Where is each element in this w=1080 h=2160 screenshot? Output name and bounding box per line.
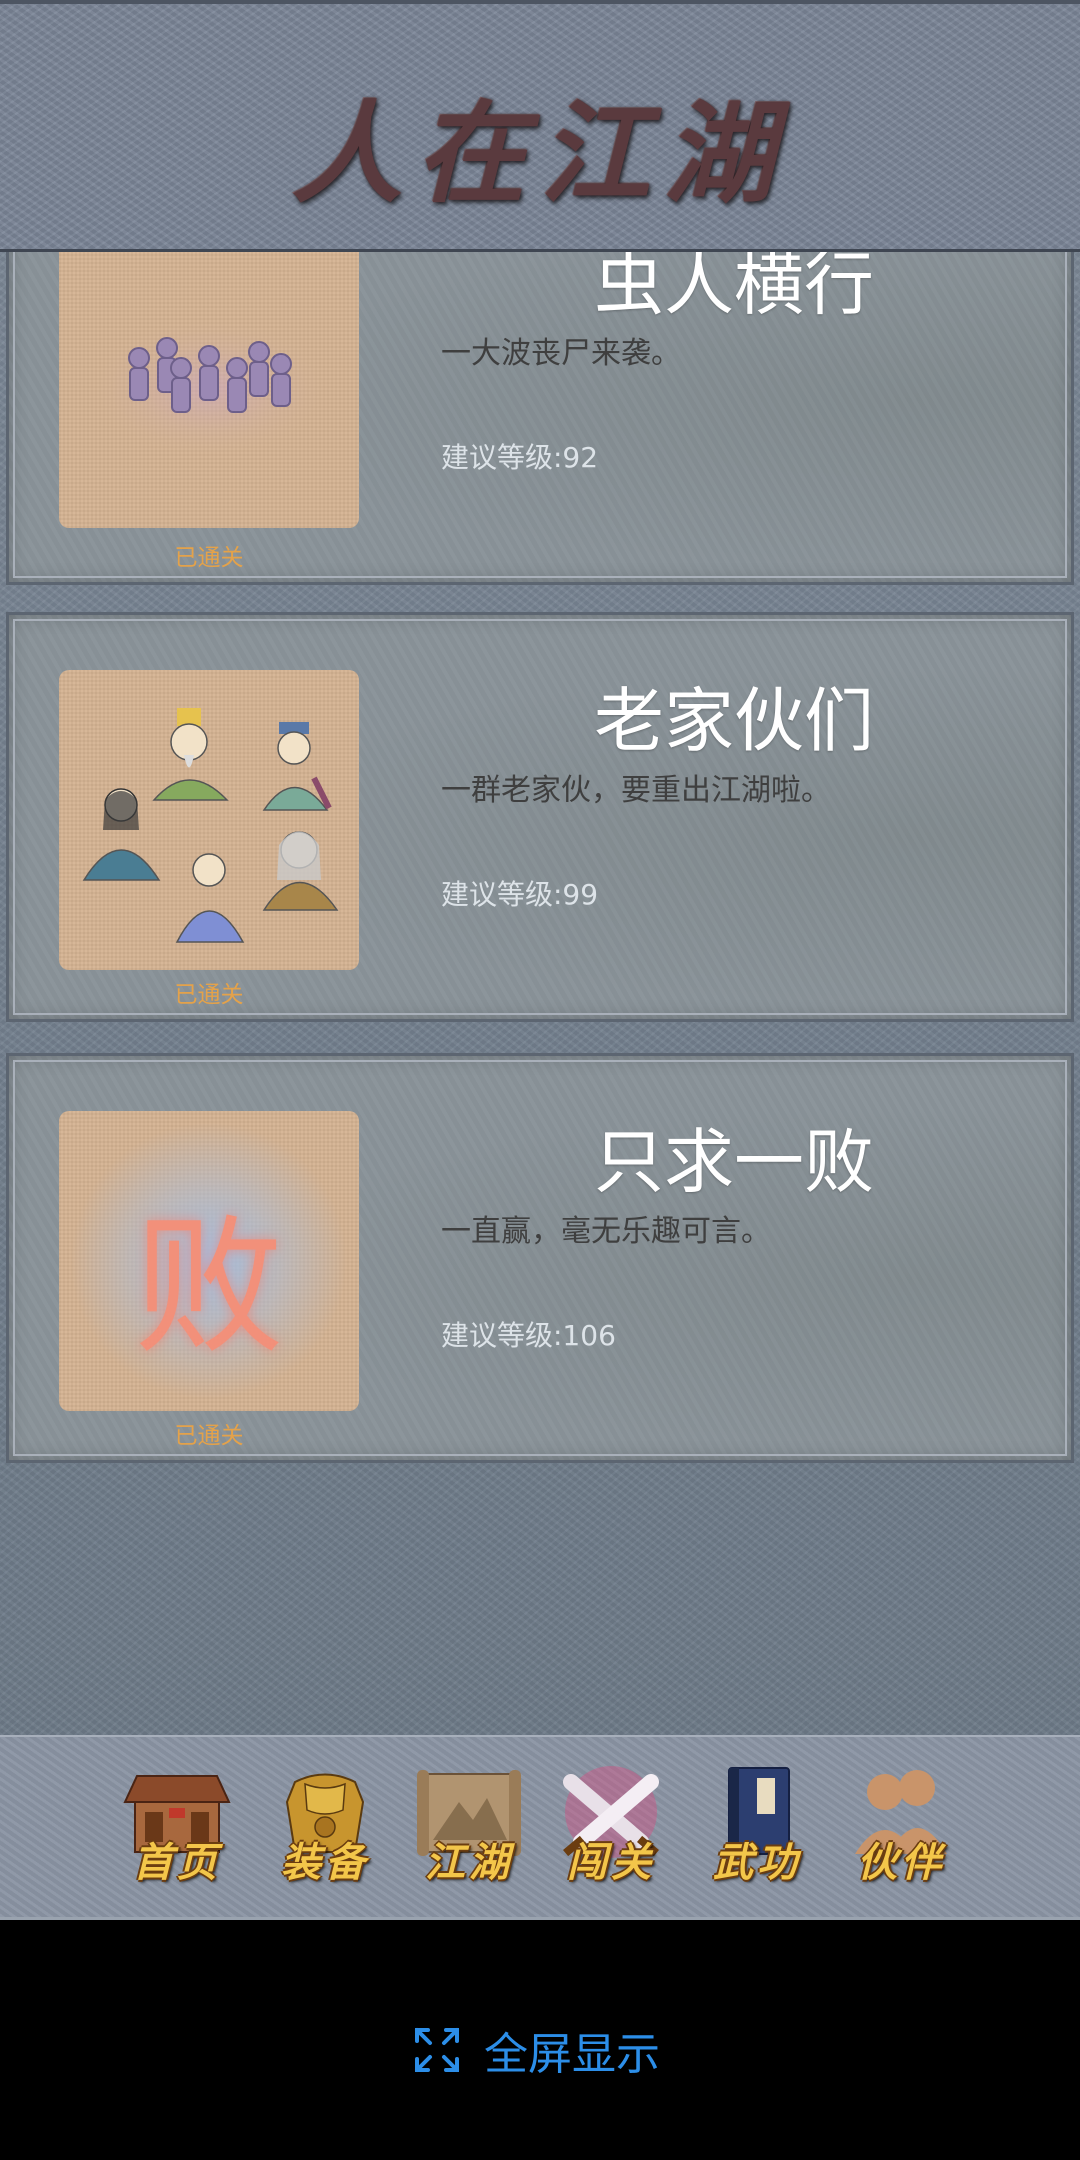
level-card[interactable]: 败 已通关 只求一败 一直赢，毫无乐趣可言。 建议等级:106 — [6, 1053, 1074, 1463]
app-header: 人在江湖 — [0, 0, 1080, 252]
zombies-icon — [89, 318, 329, 458]
nav-item-martial-arts[interactable]: 武功 — [694, 1762, 820, 1892]
level-description: 一大波丧尸来袭。 — [441, 336, 681, 371]
nav-label: 武功 — [713, 1839, 801, 1886]
level-description: 一直赢，毫无乐趣可言。 — [441, 1214, 771, 1249]
level-status: 已通关 — [174, 1423, 244, 1449]
nav-item-challenge[interactable]: 闯关 — [548, 1762, 674, 1892]
fullscreen-button[interactable]: 全屏显示 — [414, 2020, 660, 2080]
level-recommended: 建议等级:99 — [441, 878, 599, 911]
nav-item-jianghu[interactable]: 江湖 — [406, 1762, 532, 1892]
nav-label: 伙伴 — [857, 1839, 945, 1886]
nav-label: 首页 — [133, 1839, 221, 1886]
fullscreen-label: 全屏显示 — [484, 2029, 660, 2080]
elders-icon — [82, 708, 339, 943]
page-title: 人在江湖 — [292, 89, 788, 218]
level-image-elders — [59, 670, 359, 970]
level-recommended: 建议等级:92 — [441, 441, 599, 474]
nav-item-partners[interactable]: 伙伴 — [838, 1762, 964, 1892]
level-card[interactable]: 已通关 老家伙们 一群老家伙，要重出江湖啦。 建议等级:99 — [6, 612, 1074, 1022]
level-name: 只求一败 — [594, 1121, 874, 1203]
nav-item-equipment[interactable]: 装备 — [262, 1762, 388, 1892]
level-description: 一群老家伙，要重出江湖啦。 — [441, 773, 831, 808]
bottom-bar: 全屏显示 — [0, 1920, 1080, 2160]
level-status: 已通关 — [174, 982, 244, 1008]
fullscreen-icon — [415, 2028, 459, 2072]
bottom-nav: 首页 装备 江湖 闯关 武功 伙伴 — [0, 1735, 1080, 1920]
level-name: 老家伙们 — [594, 680, 874, 762]
nav-label: 装备 — [281, 1839, 369, 1886]
nav-label: 闯关 — [567, 1839, 655, 1886]
level-image-defeat: 败 — [59, 1111, 359, 1411]
nav-item-home[interactable]: 首页 — [114, 1762, 240, 1892]
level-recommended: 建议等级:106 — [441, 1319, 616, 1352]
defeat-glyph: 败 — [133, 1201, 284, 1375]
nav-label: 江湖 — [425, 1839, 513, 1886]
level-status: 已通关 — [174, 545, 244, 571]
level-image-zombies — [59, 228, 359, 528]
